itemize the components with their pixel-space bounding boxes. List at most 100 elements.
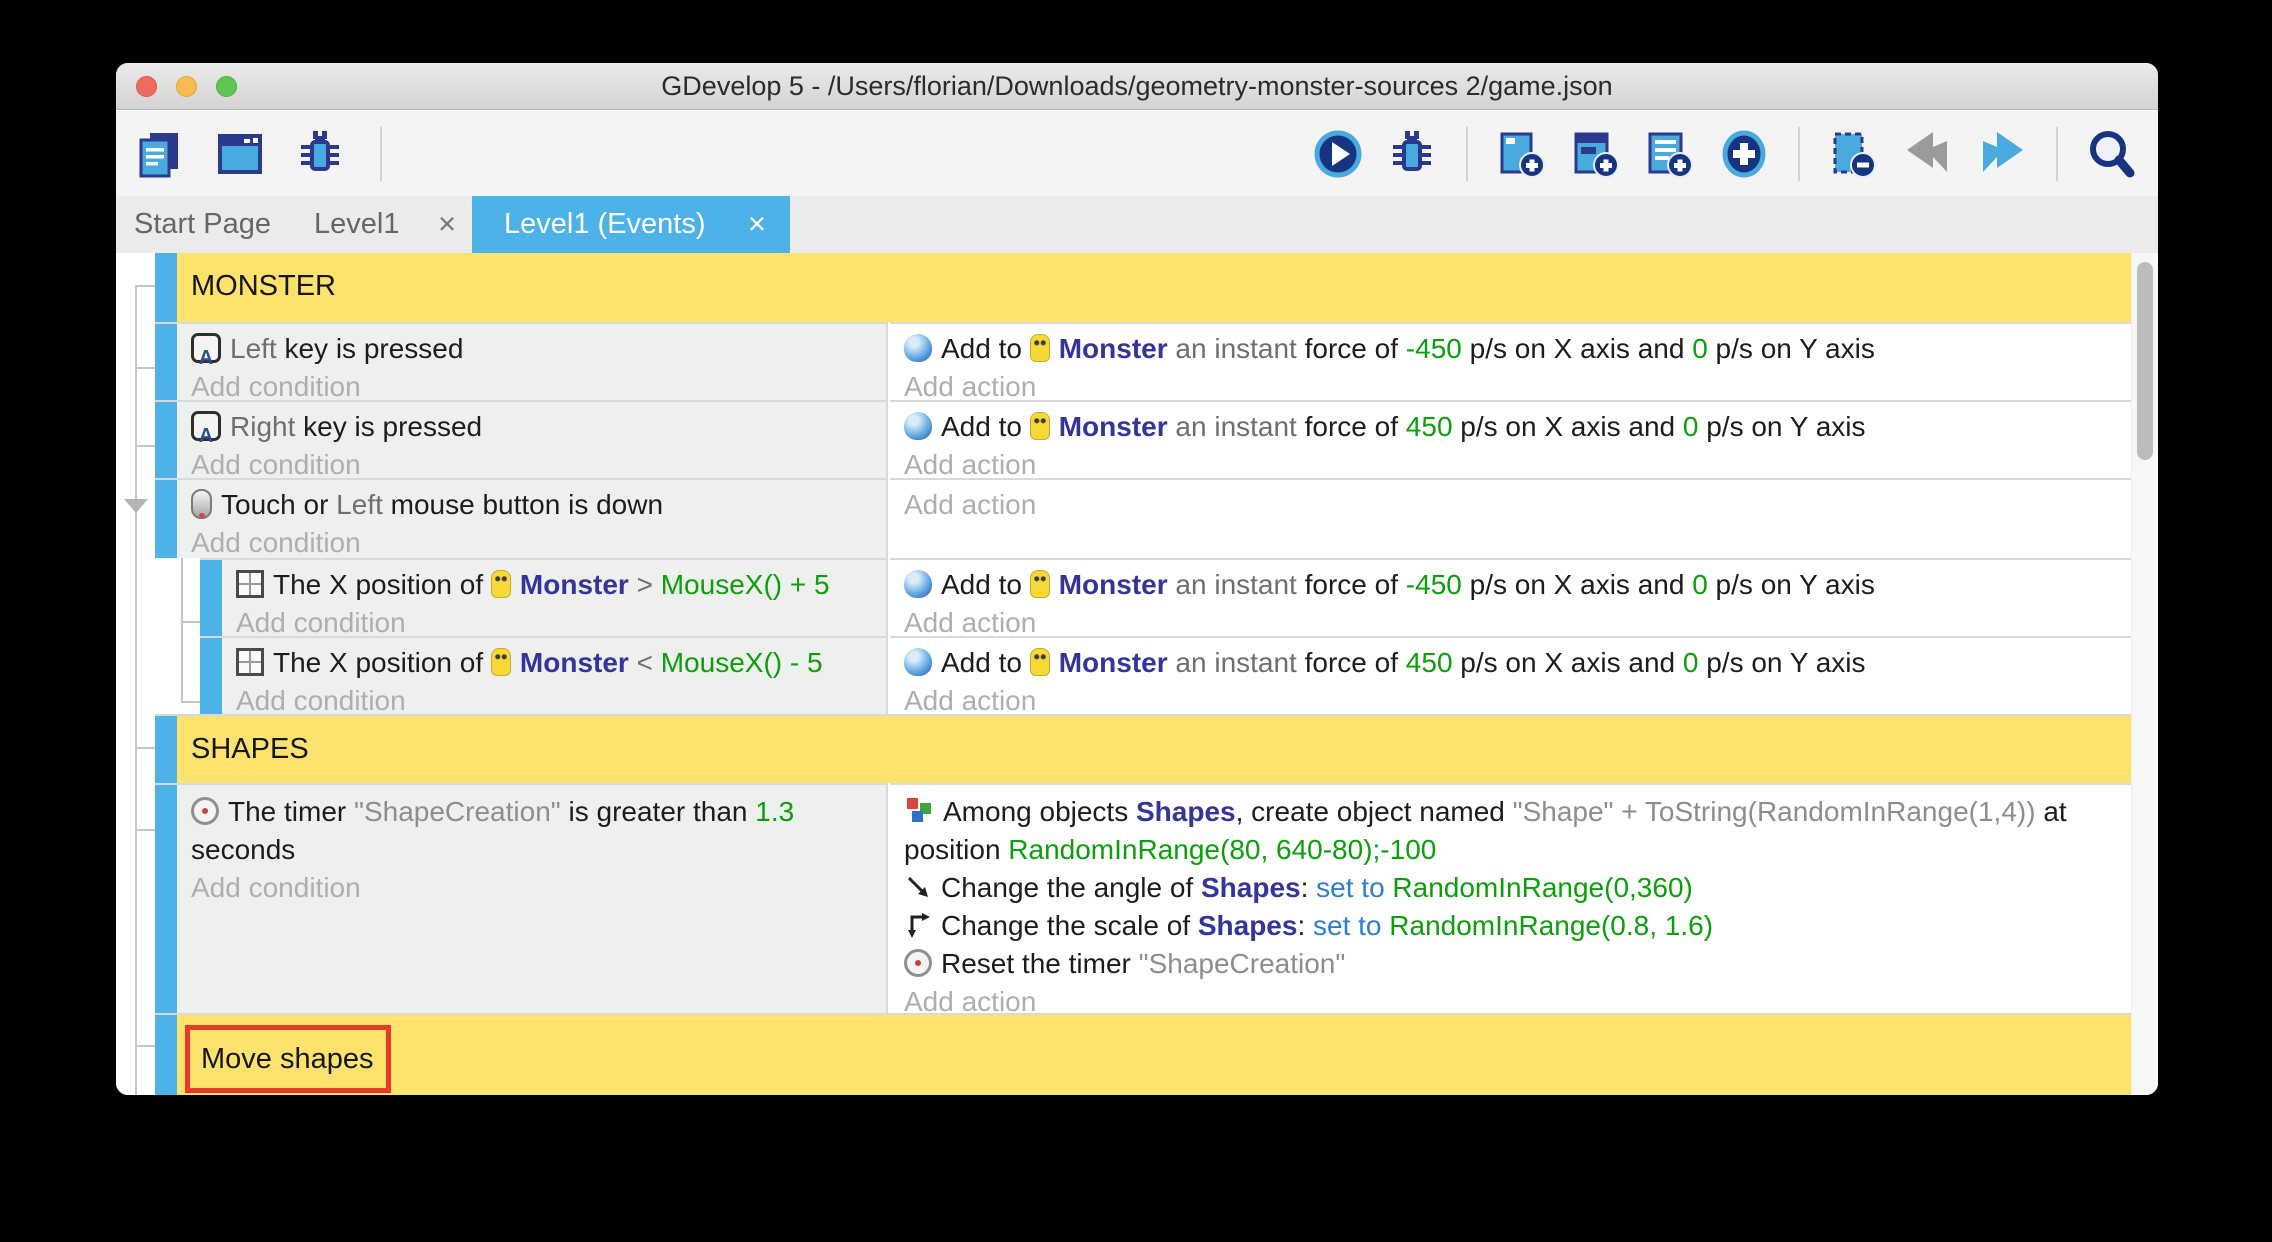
text-segment: Monster: [520, 569, 629, 600]
conditions-cell: The X position of Monster > MouseX() + 5…: [222, 558, 888, 636]
add-subevent-button[interactable]: [1568, 126, 1624, 182]
force-icon: [904, 570, 932, 598]
action-sentence[interactable]: Among objects Shapes, create object name…: [904, 793, 2121, 869]
text-segment: Monster: [1059, 647, 1168, 678]
tab-bar: Start Page Level1 × Level1 (Events) ×: [116, 196, 2158, 253]
add-condition-link[interactable]: Add condition: [191, 524, 876, 562]
monster-icon: [1030, 570, 1050, 598]
tab-level1-close-icon[interactable]: ×: [438, 196, 456, 253]
text-segment: an instant: [1168, 647, 1305, 678]
keyboard-icon: [191, 333, 221, 363]
action-sentence[interactable]: Add to Monster an instant force of -450 …: [904, 566, 2121, 604]
text-segment: :: [1297, 910, 1313, 941]
play-icon: [1311, 127, 1365, 181]
tab-level1[interactable]: Level1: [314, 196, 399, 253]
condition-sentence[interactable]: Touch or Left mouse button is down: [191, 486, 876, 524]
group-label: MONSTER: [177, 253, 2131, 320]
debugger-button[interactable]: [292, 126, 348, 182]
actions-cell: Add to Monster an instant force of 450 p…: [890, 636, 2131, 714]
action-sentence[interactable]: Change the scale of Shapes: set to Rando…: [904, 907, 2121, 945]
event-color-bar: [155, 400, 177, 478]
debug-run-button[interactable]: [1384, 126, 1440, 182]
text-segment: 0: [1692, 333, 1708, 364]
maximize-window-button[interactable]: [216, 76, 237, 97]
actions-cell: Add action: [890, 478, 2131, 558]
text-segment: MouseX() + 5: [661, 569, 830, 600]
text-segment: -450: [1406, 569, 1462, 600]
scale-icon: [904, 911, 932, 939]
preview-window-button[interactable]: [212, 126, 268, 182]
remove-event-button[interactable]: [1826, 126, 1882, 182]
condition-sentence[interactable]: The timer "ShapeCreation" is greater tha…: [191, 793, 876, 869]
minimize-window-button[interactable]: [176, 76, 197, 97]
tab-level1-events[interactable]: Level1 (Events) ×: [472, 196, 790, 253]
title-bar: GDevelop 5 - /Users/florian/Downloads/ge…: [116, 63, 2158, 110]
action-sentence[interactable]: Change the angle of Shapes: set to Rando…: [904, 869, 2121, 907]
text-segment: 1.3: [755, 796, 794, 827]
search-button[interactable]: [2084, 126, 2140, 182]
tree-stub: [135, 1045, 155, 1047]
group-header-monster[interactable]: MONSTER: [177, 253, 2131, 322]
text-segment: "ShapeCreation": [1139, 948, 1346, 979]
condition-sentence[interactable]: The X position of Monster > MouseX() + 5: [236, 566, 876, 604]
mouse-icon: [191, 489, 212, 519]
condition-sentence[interactable]: The X position of Monster < MouseX() - 5: [236, 644, 876, 682]
redo-button[interactable]: [1974, 126, 2030, 182]
text-segment: key is pressed: [284, 333, 463, 364]
group-header-move-shapes[interactable]: Move shapes: [177, 1013, 2131, 1095]
text-segment: Add to: [941, 333, 1030, 364]
condition-sentence[interactable]: Left key is pressed: [191, 330, 876, 368]
add-event-button[interactable]: [1494, 126, 1550, 182]
main-toolbar: [116, 111, 2158, 196]
monster-icon: [1030, 334, 1050, 362]
text-segment: The timer: [228, 796, 354, 827]
tree-stub: [135, 829, 155, 831]
toolbar-left-group: [116, 126, 390, 182]
search-icon: [2085, 127, 2139, 181]
tab-start-page[interactable]: Start Page: [134, 196, 271, 253]
tree-stub: [135, 285, 155, 287]
collapse-arrow-icon[interactable]: [124, 499, 148, 513]
condition-sentence[interactable]: Right key is pressed: [191, 408, 876, 446]
text-segment: set to: [1316, 872, 1392, 903]
add-event-icon: [1495, 127, 1549, 181]
tree-line: [135, 285, 137, 1095]
text-segment: Left: [230, 333, 284, 364]
undo-button[interactable]: [1900, 126, 1956, 182]
event-color-bar: [155, 478, 177, 558]
close-window-button[interactable]: [136, 76, 157, 97]
action-sentence[interactable]: Reset the timer "ShapeCreation": [904, 945, 2121, 983]
text-segment: Add to: [941, 411, 1030, 442]
text-segment: <: [629, 647, 661, 678]
text-segment: p/s on Y axis: [1698, 411, 1865, 442]
conditions-cell: Left key is pressed Add condition: [177, 322, 888, 400]
group-label: Move shapes: [190, 1030, 386, 1088]
tab-level1-events-close-icon[interactable]: ×: [748, 196, 766, 251]
text-segment: Monster: [1059, 569, 1168, 600]
add-action-link[interactable]: Add action: [904, 486, 2121, 524]
text-segment: key is pressed: [303, 411, 482, 442]
text-segment: Shapes: [1198, 910, 1298, 941]
text-segment: -450: [1406, 333, 1462, 364]
debugger-icon: [1385, 127, 1439, 181]
add-condition-link[interactable]: Add condition: [191, 869, 876, 907]
project-manager-button[interactable]: [132, 126, 188, 182]
add-comment-button[interactable]: [1642, 126, 1698, 182]
add-other-event-button[interactable]: [1716, 126, 1772, 182]
text-segment: p/s on Y axis: [1698, 647, 1865, 678]
text-segment: , create object named: [1236, 796, 1513, 827]
text-segment: position: [904, 834, 1008, 865]
play-button[interactable]: [1310, 126, 1366, 182]
action-sentence[interactable]: Add to Monster an instant force of -450 …: [904, 330, 2121, 368]
text-segment: >: [629, 569, 661, 600]
scrollbar-thumb[interactable]: [2137, 262, 2153, 460]
add-subevent-icon: [1569, 127, 1623, 181]
text-segment: 0: [1692, 569, 1708, 600]
vertical-scrollbar: [2131, 253, 2158, 1095]
event-row-left-key: Left key is pressed Add condition Add to…: [116, 322, 2131, 400]
action-sentence[interactable]: Add to Monster an instant force of 450 p…: [904, 644, 2121, 682]
group-header-shapes[interactable]: SHAPES: [177, 714, 2131, 783]
force-icon: [904, 412, 932, 440]
action-sentence[interactable]: Add to Monster an instant force of 450 p…: [904, 408, 2121, 446]
timer-icon: [904, 949, 932, 977]
